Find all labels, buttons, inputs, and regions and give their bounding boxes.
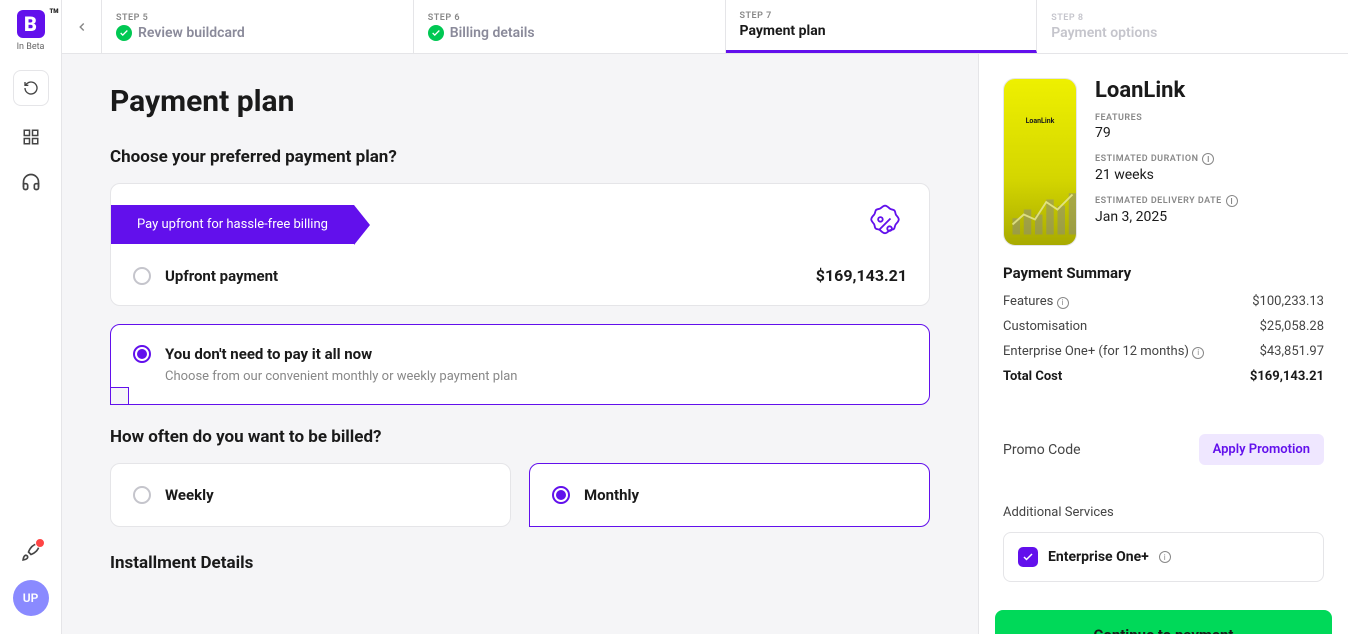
additional-service-item[interactable]: Enterprise One+ i xyxy=(1003,532,1324,582)
summary-row: Customisation$25,058.28 xyxy=(1003,319,1324,334)
apps-icon[interactable] xyxy=(22,128,40,150)
billing-frequency-heading: How often do you want to be billed? xyxy=(110,427,930,447)
weekly-option[interactable]: Weekly xyxy=(110,463,511,527)
support-icon[interactable] xyxy=(21,172,41,196)
discount-icon xyxy=(863,202,907,246)
page-title: Payment plan xyxy=(110,84,930,119)
radio-icon xyxy=(133,486,151,504)
radio-icon xyxy=(133,345,151,363)
notification-dot xyxy=(35,538,45,548)
info-icon[interactable]: i xyxy=(1226,195,1238,207)
info-icon[interactable]: i xyxy=(1057,297,1069,309)
check-icon xyxy=(428,25,444,41)
main-content: Payment plan Choose your preferred payme… xyxy=(62,54,978,634)
step-payment-plan[interactable]: STEP 7 Payment plan xyxy=(726,0,1038,53)
summary-row: Enterprise One+ (for 12 months) i$43,851… xyxy=(1003,344,1324,359)
info-icon[interactable]: i xyxy=(1192,347,1204,359)
delivery-label: ESTIMATED DELIVERY DATE xyxy=(1095,196,1222,206)
upfront-price: $169,143.21 xyxy=(816,266,907,285)
undo-icon xyxy=(23,80,39,96)
features-label: FEATURES xyxy=(1095,113,1324,123)
sidebar: BTM In Beta UP xyxy=(0,0,62,634)
radio-icon xyxy=(133,267,151,285)
features-value: 79 xyxy=(1095,125,1324,141)
installment-radio[interactable]: You don't need to pay it all now xyxy=(133,345,372,363)
check-icon xyxy=(116,25,132,41)
additional-services-heading: Additional Services xyxy=(1003,505,1324,520)
upfront-card[interactable]: Pay upfront for hassle-free billing Upfr… xyxy=(110,183,930,306)
info-icon[interactable]: i xyxy=(1202,153,1214,165)
checkbox-checked-icon[interactable] xyxy=(1018,547,1038,567)
chevron-left-icon xyxy=(75,20,89,34)
installment-subtext: Choose from our convenient monthly or we… xyxy=(165,369,517,384)
info-icon[interactable]: i xyxy=(1159,551,1171,563)
summary-total: Total Cost$169,143.21 xyxy=(1003,369,1324,384)
back-button[interactable] xyxy=(62,0,102,53)
duration-label: ESTIMATED DURATION xyxy=(1095,154,1198,164)
beta-label: In Beta xyxy=(17,42,45,52)
continue-to-payment-button[interactable]: Continue to payment xyxy=(995,610,1332,634)
stepper: STEP 5 Review buildcard STEP 6 Billing d… xyxy=(62,0,1348,54)
installment-details-heading: Installment Details xyxy=(110,553,930,573)
step-payment-options: STEP 8 Payment options xyxy=(1037,0,1348,53)
project-name: LoanLink xyxy=(1095,78,1324,103)
logo: BTM xyxy=(17,10,45,38)
upfront-radio[interactable]: Upfront payment xyxy=(133,267,278,285)
avatar[interactable]: UP xyxy=(13,580,49,616)
upfront-ribbon: Pay upfront for hassle-free billing xyxy=(111,205,354,244)
step-review-buildcard[interactable]: STEP 5 Review buildcard xyxy=(102,0,414,53)
undo-button[interactable] xyxy=(13,70,49,106)
step-billing-details[interactable]: STEP 6 Billing details xyxy=(414,0,726,53)
radio-icon xyxy=(552,486,570,504)
chart-icon xyxy=(1010,187,1077,237)
apply-promotion-button[interactable]: Apply Promotion xyxy=(1199,434,1324,465)
summary-row: Features i$100,233.13 xyxy=(1003,294,1324,309)
project-thumbnail: LoanLink xyxy=(1003,78,1077,246)
choose-plan-heading: Choose your preferred payment plan? xyxy=(110,147,930,167)
rocket-button[interactable] xyxy=(21,542,41,566)
summary-heading: Payment Summary xyxy=(1003,264,1324,282)
delivery-value: Jan 3, 2025 xyxy=(1095,209,1324,225)
duration-value: 21 weeks xyxy=(1095,167,1324,183)
installment-card[interactable]: You don't need to pay it all now Choose … xyxy=(110,324,930,405)
monthly-option[interactable]: Monthly xyxy=(529,463,930,527)
summary-panel: LoanLink LoanLink FEATURES 79 ESTIMATED … xyxy=(978,54,1348,634)
promo-label: Promo Code xyxy=(1003,442,1081,458)
